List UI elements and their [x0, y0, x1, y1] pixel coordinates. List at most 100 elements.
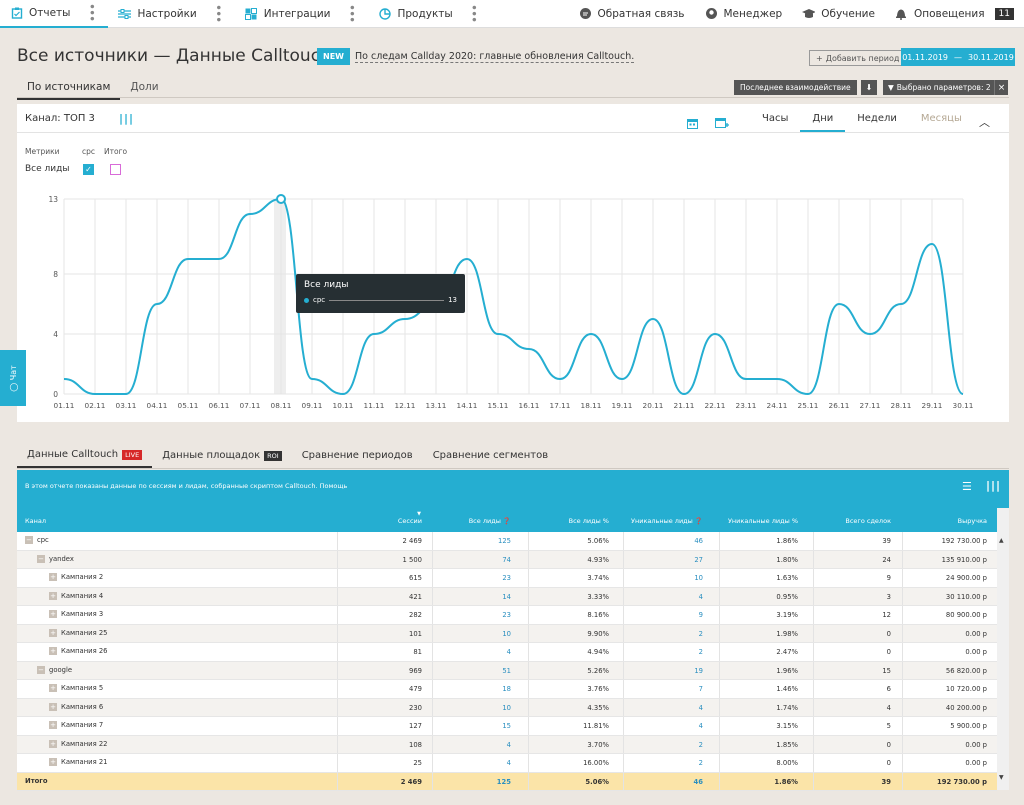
table-row[interactable]: + Кампания 5 479 18 3.76% 7 1.46% 6 10 720.00 р: [17, 680, 997, 699]
more-dots-icon[interactable]: •••: [211, 4, 225, 22]
expand-icon[interactable]: +: [49, 610, 57, 618]
table-row[interactable]: + Кампания 3 282 23 8.16% 9 3.19% 12 80 900.00 р: [17, 606, 997, 625]
more-dots-icon[interactable]: •••: [84, 3, 98, 21]
cell-unique-leads[interactable]: 10: [694, 574, 703, 582]
table-row[interactable]: + Кампания 25 101 10 9.90% 2 1.98% 0 0.00 р: [17, 624, 997, 643]
nav-settings[interactable]: Настройки •••: [108, 0, 234, 28]
nav-notifications[interactable]: Оповещения 11: [885, 0, 1024, 28]
tab-label: Данные Calltouch: [27, 449, 119, 460]
cell-all-leads[interactable]: 125: [497, 778, 511, 786]
chat-tab[interactable]: ◯ Чат: [0, 350, 26, 406]
cell-unique-leads[interactable]: 2: [699, 759, 703, 767]
table-row[interactable]: + Кампания 21 25 4 16.00% 2 8.00% 0 0.00 р: [17, 754, 997, 773]
cell-all-leads[interactable]: 10: [502, 630, 511, 638]
cell-unique-leads[interactable]: 46: [694, 778, 703, 786]
attribution-model-button[interactable]: Последнее взаимодействие: [734, 80, 857, 95]
cell-unique-leads[interactable]: 27: [694, 556, 703, 564]
expand-icon[interactable]: +: [49, 758, 57, 766]
expand-icon[interactable]: +: [49, 573, 57, 581]
th-deals[interactable]: Всего сделок: [845, 517, 891, 525]
cell-unique-leads[interactable]: 19: [694, 667, 703, 675]
th-sessions[interactable]: Сессии: [398, 517, 422, 525]
table-row[interactable]: + Кампания 22 108 4 3.70% 2 1.85% 0 0.00 р: [17, 735, 997, 754]
cell-unique-leads[interactable]: 2: [699, 648, 703, 656]
column-divider: [528, 550, 529, 568]
more-dots-icon[interactable]: •••: [467, 4, 481, 22]
th-channel[interactable]: Канал: [25, 517, 46, 525]
table-row[interactable]: + Кампания 6 230 10 4.35% 4 1.74% 4 40 200.00 р: [17, 698, 997, 717]
cell-all-leads[interactable]: 4: [507, 741, 511, 749]
nav-integrations[interactable]: Интеграции •••: [235, 0, 369, 28]
columns-icon[interactable]: |||: [986, 479, 1001, 492]
cell-unique-leads[interactable]: 4: [699, 593, 703, 601]
cell-all-leads[interactable]: 10: [502, 704, 511, 712]
download-icon[interactable]: ⬇: [861, 80, 877, 95]
cell-unique-leads[interactable]: 2: [699, 741, 703, 749]
cell-all-leads[interactable]: 23: [502, 574, 511, 582]
cell-all-leads[interactable]: 4: [507, 648, 511, 656]
cell-unique-leads[interactable]: 7: [699, 685, 703, 693]
expand-icon[interactable]: +: [49, 591, 57, 600]
th-all-leads-pct[interactable]: Все лиды %: [569, 517, 609, 525]
tab-platform-data[interactable]: Данные площадок ROI: [152, 446, 291, 468]
clear-filter-icon[interactable]: ×: [994, 80, 1008, 95]
cell-unique-leads[interactable]: 4: [699, 704, 703, 712]
cell-unique-leads[interactable]: 2: [699, 630, 703, 638]
table-row[interactable]: − google 969 51 5.26% 19 1.96% 15 56 820.00 р: [17, 661, 997, 680]
table-row[interactable]: − cpc 2 469 125 5.06% 46 1.86% 39 192 730.00 р: [17, 532, 997, 551]
add-period-button[interactable]: + Добавить период: [809, 50, 907, 66]
cell-all-leads[interactable]: 14: [502, 593, 511, 601]
expand-icon[interactable]: +: [49, 702, 57, 711]
th-revenue[interactable]: Выручка: [958, 517, 987, 525]
sort-levels-icon[interactable]: ☰: [962, 480, 972, 493]
th-unique-leads[interactable]: Уникальные лиды ❓: [631, 517, 703, 525]
cell-all-leads[interactable]: 51: [502, 667, 511, 675]
collapse-icon[interactable]: −: [37, 554, 45, 563]
th-unique-leads-pct[interactable]: Уникальные лиды %: [728, 517, 798, 525]
table-row[interactable]: + Кампания 7 127 15 11.81% 4 3.15% 5 5 900.00 р: [17, 717, 997, 736]
cell-all-leads[interactable]: 18: [502, 685, 511, 693]
th-all-leads[interactable]: Все лиды ❓: [469, 517, 511, 525]
nav-manager[interactable]: Менеджер: [695, 0, 793, 28]
tab-label: Сравнение периодов: [301, 450, 413, 461]
nav-products[interactable]: Продукты •••: [368, 0, 490, 28]
cell-unique-leads[interactable]: 4: [699, 722, 703, 730]
cell-all-leads[interactable]: 4: [507, 759, 511, 767]
tab-calltouch-data[interactable]: Данные Calltouch LIVE: [17, 446, 153, 468]
more-dots-icon[interactable]: •••: [344, 4, 358, 22]
cell-all-leads[interactable]: 74: [502, 556, 511, 564]
cell-deals: 6: [886, 685, 891, 693]
expand-icon[interactable]: +: [49, 721, 57, 729]
scroll-down-icon[interactable]: ▼: [999, 774, 1004, 781]
tab-segment-compare[interactable]: Сравнение сегментов: [423, 446, 558, 468]
table-total-row[interactable]: Итого 2 469 125 5.06% 46 1.86% 39 192 730.00 р: [17, 772, 997, 791]
collapse-icon[interactable]: −: [37, 665, 45, 674]
help-icon[interactable]: ❓: [695, 517, 703, 525]
cell-unique-leads[interactable]: 9: [699, 611, 703, 619]
table-row[interactable]: − yandex 1 500 74 4.93% 27 1.80% 24 135 910.00 р: [17, 550, 997, 569]
nav-reports[interactable]: Отчеты •••: [0, 0, 109, 28]
expand-icon[interactable]: +: [49, 628, 57, 637]
collapse-icon[interactable]: −: [25, 536, 33, 544]
date-range-picker[interactable]: 01.11.2019 — 30.11.2019: [901, 48, 1015, 66]
scroll-up-icon[interactable]: ▲: [999, 537, 1004, 544]
x-tick-label: 15.11: [488, 401, 509, 410]
news-link[interactable]: По следам Callday 2020: главные обновлен…: [355, 51, 635, 63]
nav-education[interactable]: Обучение: [792, 0, 885, 28]
expand-icon[interactable]: +: [49, 647, 57, 655]
expand-icon[interactable]: +: [49, 739, 57, 748]
expand-icon[interactable]: +: [49, 684, 57, 692]
cell-all-leads[interactable]: 15: [502, 722, 511, 730]
cell-unique-leads[interactable]: 46: [694, 537, 703, 545]
table-row[interactable]: + Кампания 2 615 23 3.74% 10 1.63% 9 24 900.00 р: [17, 569, 997, 588]
cell-all-leads[interactable]: 125: [498, 537, 511, 545]
help-icon[interactable]: ❓: [503, 517, 511, 525]
tooltip-series: cpc: [313, 296, 326, 304]
filter-button[interactable]: ▼ Выбрано параметров: 2: [883, 80, 996, 95]
nav-feedback[interactable]: Обратная связь: [569, 0, 695, 28]
tab-period-compare[interactable]: Сравнение периодов: [292, 446, 423, 468]
cell-all-leads[interactable]: 23: [502, 611, 511, 619]
table-row[interactable]: + Кампания 26 81 4 4.94% 2 2.47% 0 0.00 р: [17, 643, 997, 662]
table-scrollbar[interactable]: [997, 508, 1009, 790]
table-row[interactable]: + Кампания 4 421 14 3.33% 4 0.95% 3 30 110.00 р: [17, 587, 997, 606]
